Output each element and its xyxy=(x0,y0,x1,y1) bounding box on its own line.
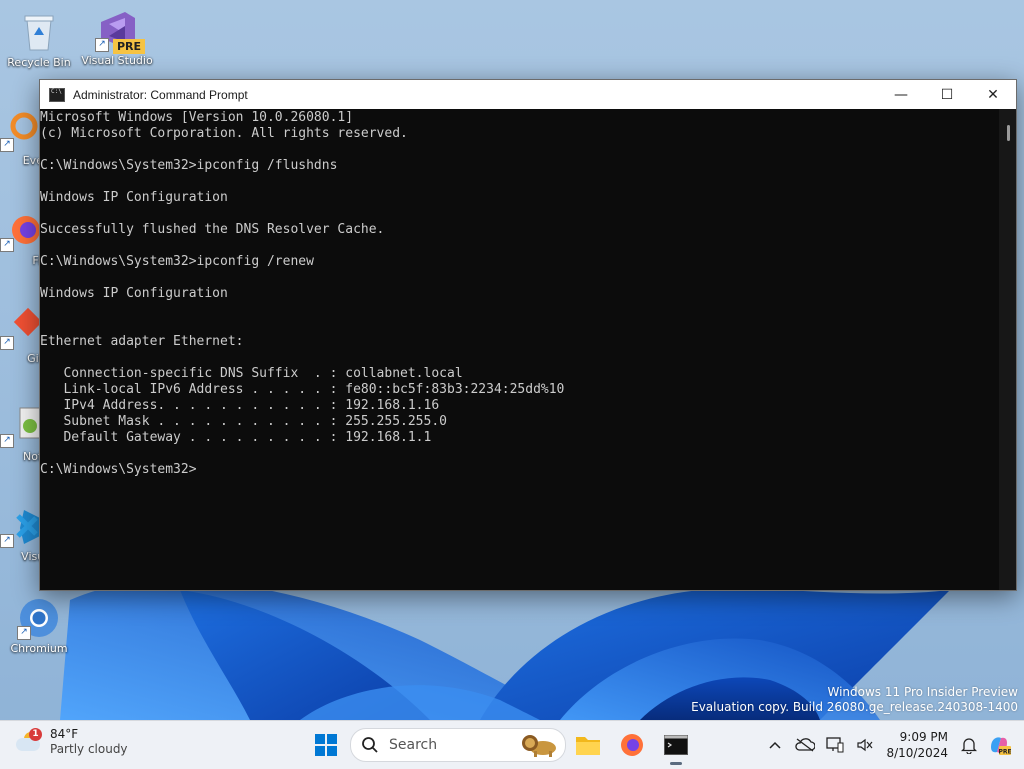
minimize-button[interactable]: — xyxy=(878,80,924,109)
svg-text:PRE: PRE xyxy=(998,749,1011,756)
console-line: C:\Windows\System32>ipconfig /flushdns xyxy=(40,158,338,173)
desktop-icon-label: Recycle Bin xyxy=(7,56,71,69)
console-line: Connection-specific DNS Suffix . : colla… xyxy=(40,366,463,381)
notepad-plus-icon: ↗ xyxy=(0,404,44,448)
everything-search-icon: ↗ xyxy=(0,108,44,152)
show-hidden-icons-chevron-up-icon[interactable] xyxy=(760,730,790,760)
watermark-line-build: Evaluation copy. Build 26080.ge_release.… xyxy=(691,700,1018,714)
scrollbar-thumb[interactable] xyxy=(1007,125,1010,141)
console-line: C:\Windows\System32>ipconfig /renew xyxy=(40,254,314,269)
taskbar-clock[interactable]: 9:09 PM 8/10/2024 xyxy=(880,729,948,761)
console-line: Default Gateway . . . . . . . . . : 192.… xyxy=(40,430,432,445)
copilot-icon[interactable]: PRE xyxy=(984,730,1014,760)
partly-cloudy-icon: 1 xyxy=(14,728,44,756)
window-controls: — ☐ ✕ xyxy=(878,80,1016,109)
shortcut-arrow-icon: ↗ xyxy=(0,336,14,350)
close-button[interactable]: ✕ xyxy=(970,80,1016,109)
network-display-icon[interactable] xyxy=(820,730,850,760)
console-line: Link-local IPv6 Address . . . . . : fe80… xyxy=(40,382,565,397)
command-prompt-icon xyxy=(49,87,65,102)
search-icon xyxy=(362,737,378,753)
terminal-icon xyxy=(664,735,688,755)
console-line: IPv4 Address. . . . . . . . . . . : 192.… xyxy=(40,398,440,413)
firefox-icon: ↗ xyxy=(0,208,44,252)
taskbar-search[interactable]: Search xyxy=(350,728,566,762)
clock-date: 8/10/2024 xyxy=(886,746,948,760)
clock-time: 9:09 PM xyxy=(899,730,948,744)
desktop-icon-recycle-bin[interactable]: Recycle Bin xyxy=(3,10,75,69)
pre-badge: PRE xyxy=(112,39,145,54)
volume-muted-icon[interactable] xyxy=(850,730,880,760)
windows-logo-icon xyxy=(315,734,337,756)
weather-condition: Partly cloudy xyxy=(50,742,128,756)
window-title: Administrator: Command Prompt xyxy=(73,87,248,102)
onedrive-offline-icon[interactable] xyxy=(790,730,820,760)
shortcut-arrow-icon: ↗ xyxy=(0,238,14,252)
taskbar-file-explorer[interactable] xyxy=(566,725,610,765)
taskbar-command-prompt[interactable] xyxy=(654,725,698,765)
git-bash-icon: ↗ xyxy=(0,306,44,350)
console-scrollbar[interactable] xyxy=(999,109,1016,590)
console-output[interactable]: Microsoft Windows [Version 10.0.26080.1]… xyxy=(40,109,999,590)
shortcut-arrow-icon: ↗ xyxy=(17,626,31,640)
console-line: Successfully flushed the DNS Resolver Ca… xyxy=(40,222,385,237)
watermark-line-edition: Windows 11 Pro Insider Preview xyxy=(827,685,1018,699)
taskbar-firefox[interactable] xyxy=(610,725,654,765)
chromium-icon: ↗ xyxy=(17,596,61,640)
search-label: Search xyxy=(389,737,438,753)
shortcut-arrow-icon: ↗ xyxy=(0,138,14,152)
evaluation-watermark: Windows 11 Pro Insider Preview Evaluatio… xyxy=(691,685,1018,715)
weather-alert-badge: 1 xyxy=(29,728,42,741)
weather-temperature: 84°F xyxy=(50,727,79,741)
taskbar-center: Search xyxy=(306,725,698,765)
desktop-icon-chromium[interactable]: ↗ Chromium xyxy=(3,596,75,655)
system-tray: 9:09 PM 8/10/2024 PRE xyxy=(760,721,1024,769)
recycle-bin-icon xyxy=(17,10,61,54)
firefox-icon xyxy=(621,734,643,756)
console-line: C:\Windows\System32> xyxy=(40,462,197,477)
console-line: Ethernet adapter Ethernet: xyxy=(40,334,244,349)
maximize-button[interactable]: ☐ xyxy=(924,80,970,109)
start-button[interactable] xyxy=(306,725,346,765)
visual-studio-icon: PRE ↗ xyxy=(95,8,145,54)
command-prompt-window[interactable]: Administrator: Command Prompt — ☐ ✕ Micr… xyxy=(39,79,1017,591)
shortcut-arrow-icon: ↗ xyxy=(95,38,109,52)
weather-widget[interactable]: 1 84°F Partly cloudy xyxy=(14,727,128,757)
shortcut-arrow-icon: ↗ xyxy=(0,534,14,548)
search-highlight-lion-icon xyxy=(522,735,556,757)
console-line: Windows IP Configuration xyxy=(40,190,228,205)
shortcut-arrow-icon: ↗ xyxy=(0,434,14,448)
folder-icon xyxy=(576,737,600,755)
taskbar: 1 84°F Partly cloudy Search 9:09 PM 8/10… xyxy=(0,720,1024,769)
desktop-icon-label: Visual Studio xyxy=(81,54,153,67)
console-line: (c) Microsoft Corporation. All rights re… xyxy=(40,126,408,141)
desktop-icon-label: Chromium xyxy=(10,642,68,655)
console-line: Windows IP Configuration xyxy=(40,286,228,301)
desktop-icon-visual-studio[interactable]: PRE ↗ Visual Studio xyxy=(81,8,153,67)
window-titlebar[interactable]: Administrator: Command Prompt — ☐ ✕ xyxy=(40,80,1016,109)
vscode-icon: ↗ xyxy=(0,504,44,548)
console-line: Subnet Mask . . . . . . . . . . . : 255.… xyxy=(40,414,447,429)
console-line: Microsoft Windows [Version 10.0.26080.1] xyxy=(40,110,354,125)
notification-bell-icon[interactable] xyxy=(954,730,984,760)
